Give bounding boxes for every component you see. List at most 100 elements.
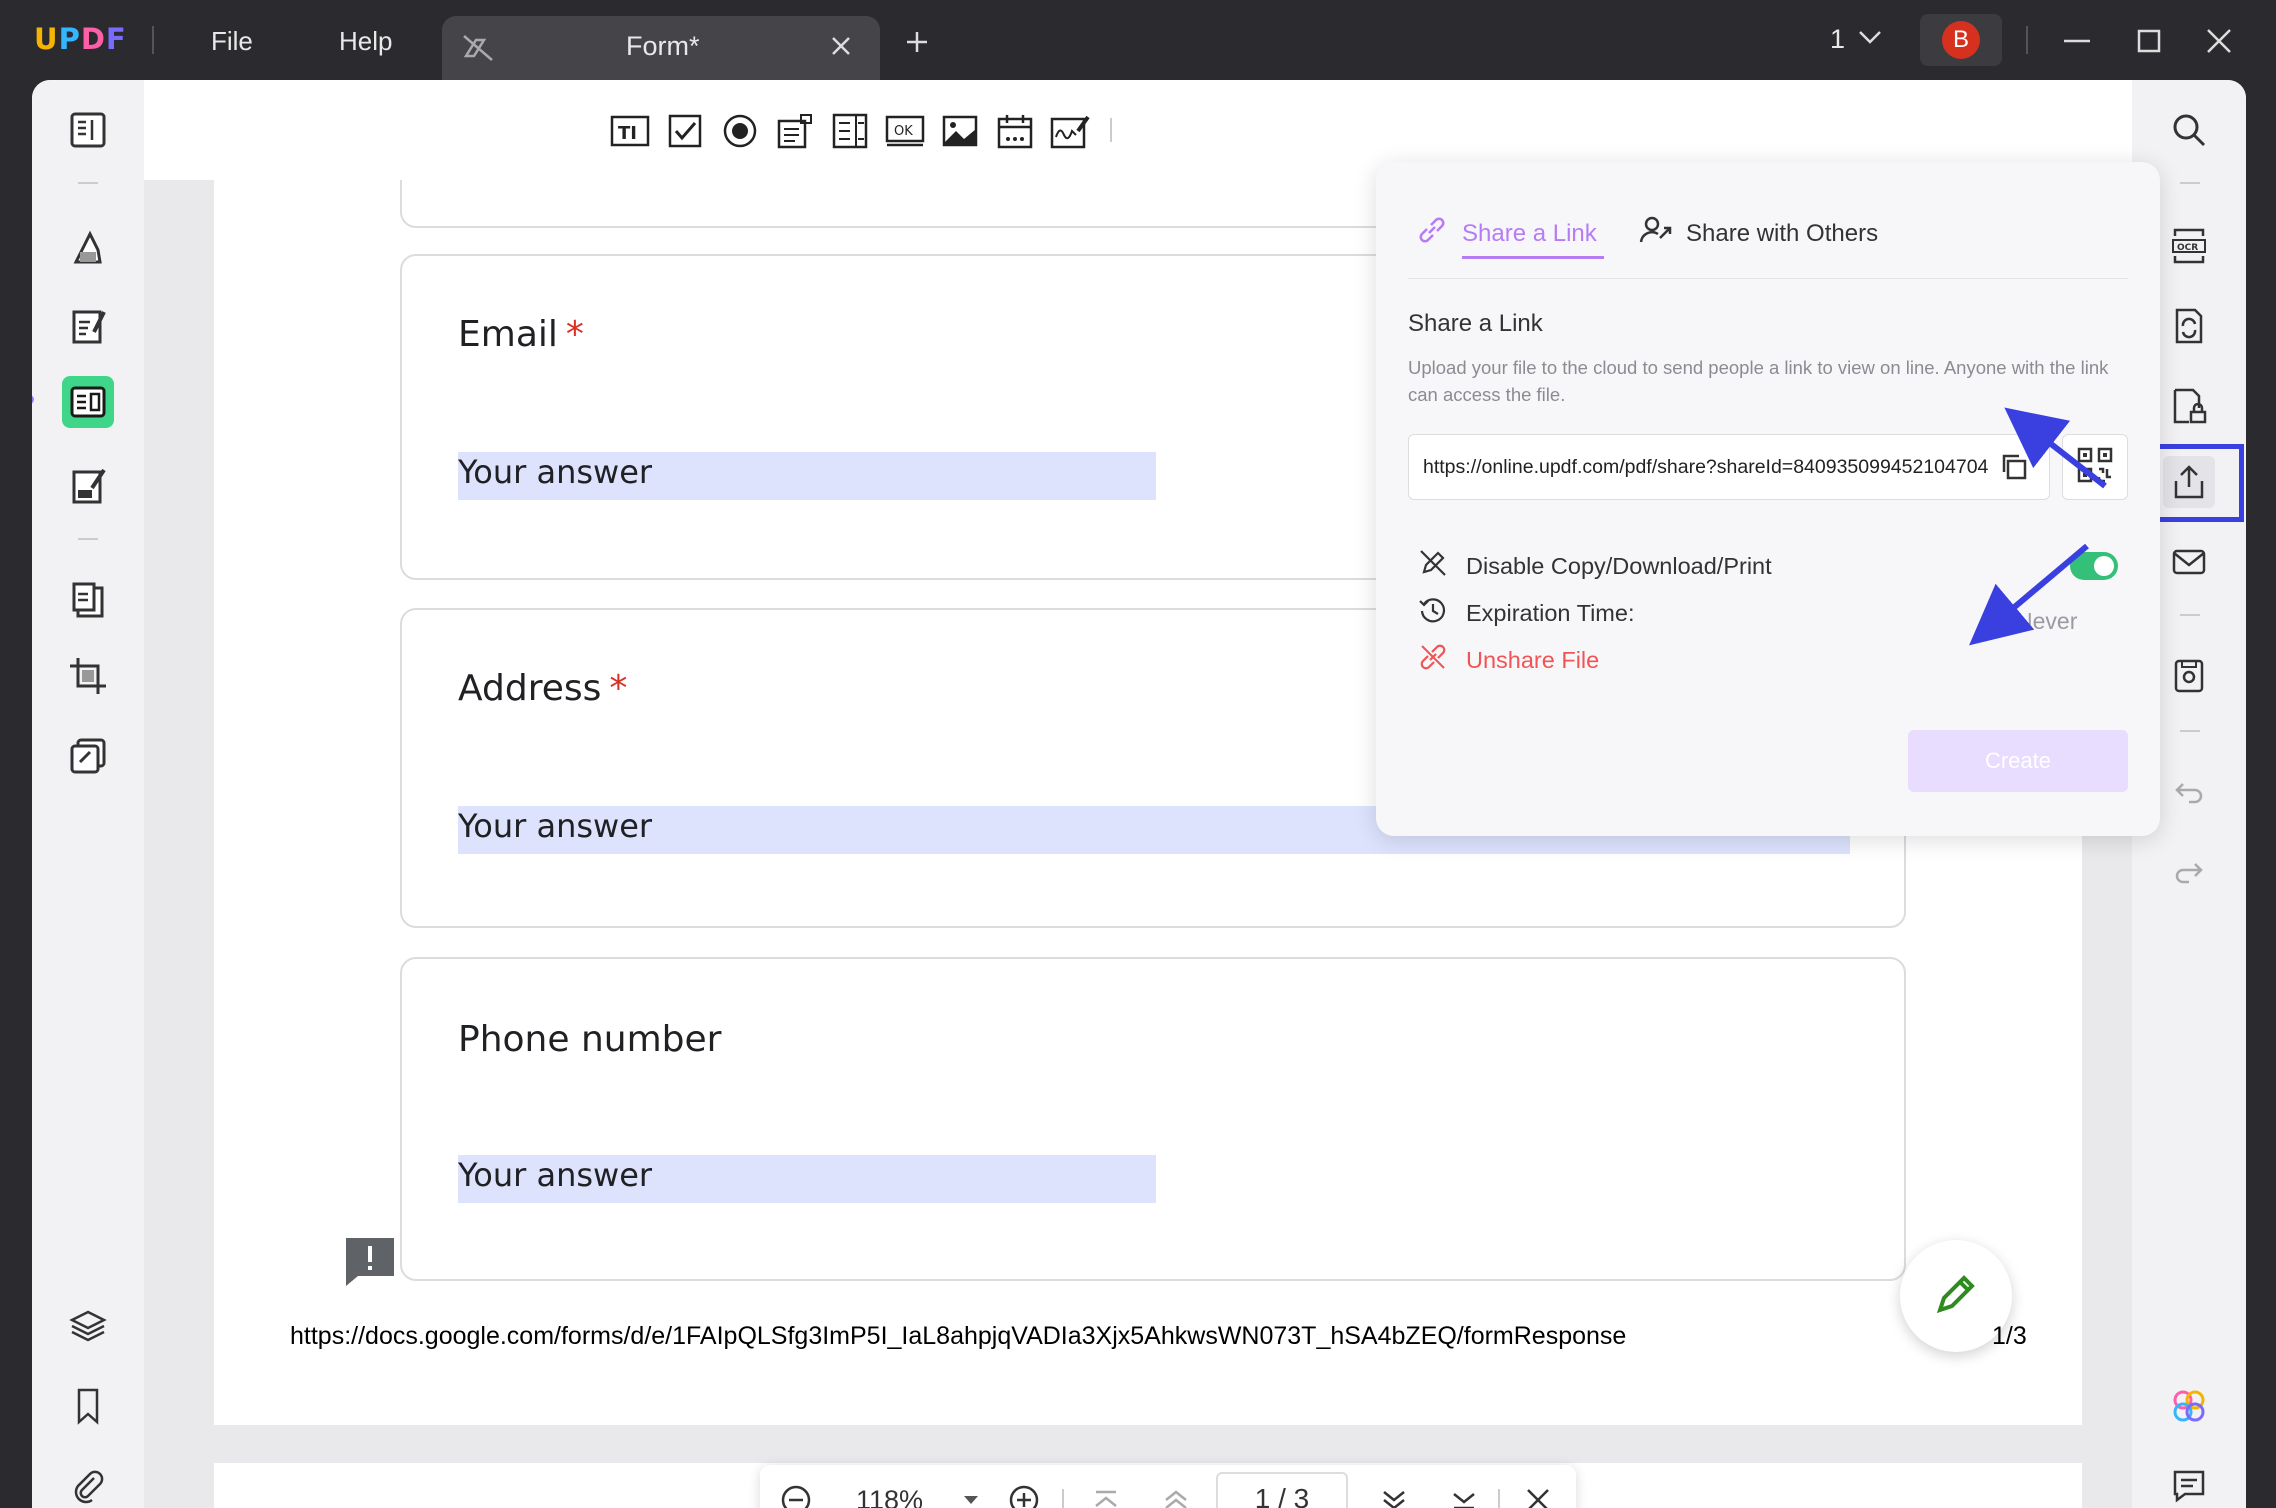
crop-icon[interactable] [62,650,114,702]
history-clock-icon [1418,595,1448,631]
answer-field[interactable]: Your answer [458,452,1156,500]
required-marker: * [565,314,584,355]
footer-page-number: 1/3 [1992,1322,2027,1350]
first-page-icon[interactable] [1084,1478,1128,1508]
organize-pages-icon[interactable] [62,574,114,626]
expiration-select[interactable]: Never [2016,608,2077,635]
user-share-icon [1638,214,1672,253]
text-field-tool-icon[interactable]: TI [608,109,652,153]
zoom-level[interactable]: 118% [856,1485,923,1508]
minimize-icon[interactable] [2062,26,2092,61]
button-tool-icon[interactable]: OK [883,109,927,153]
image-tool-icon[interactable] [938,109,982,153]
list-box-tool-icon[interactable] [828,109,872,153]
ocr-icon[interactable]: OCR [2163,220,2215,272]
add-tab-icon[interactable] [905,30,929,59]
reader-icon[interactable] [62,104,114,156]
divider [1110,118,1112,142]
edit-pdf-icon[interactable] [62,300,114,352]
undo-icon[interactable] [2163,764,2215,816]
tab-share-with-others-label: Share with Others [1686,219,1879,247]
active-tab-underline [1462,256,1604,259]
radio-button-tool-icon[interactable] [718,109,762,153]
tab-share-link-label: Share a Link [1462,219,1597,247]
comment-icon[interactable] [2163,1460,2215,1508]
unshare-label: Unshare File [1466,646,1600,673]
expiration-value: Never [2016,608,2078,634]
pencil-icon [1932,1270,1980,1323]
zoom-in-icon[interactable] [1002,1478,1046,1508]
share-panel: Share a Link Share with Others Share a L… [1376,162,2160,836]
create-button[interactable]: Create [1908,730,2128,792]
question-title: Phone number [458,1019,722,1060]
close-window-icon[interactable] [2204,26,2234,61]
tools-icon[interactable] [62,730,114,782]
updf-logo: UPDF [34,22,127,56]
svg-text:OK: OK [894,124,913,139]
layers-icon[interactable] [62,1300,114,1352]
attachment-icon[interactable] [62,1460,114,1508]
title-bar: UPDF File Help Form* 1 B [0,0,2276,80]
chevron-down-icon[interactable] [1857,28,1883,51]
main-window: TI OK Email * Your answer Address * Your… [32,80,2246,1508]
report-issue-icon[interactable] [344,1236,396,1293]
disable-copy-row: Disable Copy/Download/Print [1418,548,1772,584]
divider [78,538,98,540]
zoom-out-icon[interactable] [774,1478,818,1508]
disable-copy-toggle[interactable] [2070,552,2118,580]
zoom-dropdown-icon[interactable] [956,1478,986,1508]
unlink-icon [1418,642,1448,678]
share-link-text[interactable]: https://online.updf.com/pdf/share?shareI… [1423,456,1989,479]
svg-text:TI: TI [618,123,637,144]
close-zoom-bar-icon[interactable] [1516,1478,1560,1508]
signature-tool-icon[interactable] [1048,109,1092,153]
search-icon[interactable] [2163,104,2215,156]
qr-code-button[interactable] [2062,434,2128,500]
close-tab-icon[interactable] [830,35,852,62]
save-icon[interactable] [2163,650,2215,702]
qr-code-icon [2076,446,2114,489]
left-toolbar [32,80,144,1508]
protect-icon[interactable] [2163,380,2215,432]
avatar-initial: B [1942,21,1980,59]
divider [2180,182,2200,184]
menu-help[interactable]: Help [339,26,392,57]
prepare-form-icon[interactable] [62,376,114,428]
divider [78,182,98,184]
unshare-file-button[interactable]: Unshare File [1418,642,1599,678]
last-page-icon[interactable] [1442,1478,1486,1508]
previous-page-icon[interactable] [1154,1478,1198,1508]
svg-text:OCR: OCR [2177,243,2198,253]
page-input[interactable]: 1 / 3 [1216,1472,1348,1508]
date-tool-icon[interactable] [993,109,1037,153]
ai-assistant-icon[interactable] [2163,1380,2215,1432]
share-link-field[interactable]: https://online.updf.com/pdf/share?shareI… [1408,434,2050,500]
divider [1062,1489,1064,1508]
active-indicator [32,395,34,404]
tab-share-link[interactable]: Share a Link [1416,214,1597,253]
next-page-icon[interactable] [1372,1478,1416,1508]
copy-icon[interactable] [1999,452,2029,487]
dropdown-tool-icon[interactable] [773,109,817,153]
answer-field[interactable]: Your answer [458,1155,1156,1203]
divider [152,26,154,54]
maximize-icon[interactable] [2134,26,2164,61]
convert-icon[interactable] [2163,300,2215,352]
highlighter-icon[interactable] [62,220,114,272]
sign-icon[interactable] [62,460,114,512]
required-marker: * [609,668,628,709]
form-card-phone: Phone number Your answer [400,957,1906,1281]
zoom-bar: 118% 1 / 3 [760,1465,1576,1508]
email-icon[interactable] [2163,536,2215,588]
divider [1408,278,2128,279]
document-tab[interactable]: Form* [442,16,880,80]
checkbox-tool-icon[interactable] [663,109,707,153]
bookmark-icon[interactable] [62,1380,114,1432]
divider [2180,614,2200,616]
redo-icon[interactable] [2163,844,2215,896]
user-avatar[interactable]: B [1920,14,2002,66]
tab-share-with-others[interactable]: Share with Others [1638,214,1878,253]
page-number: 1 [1830,24,1846,54]
menu-file[interactable]: File [211,26,253,57]
divider [1498,1489,1500,1508]
